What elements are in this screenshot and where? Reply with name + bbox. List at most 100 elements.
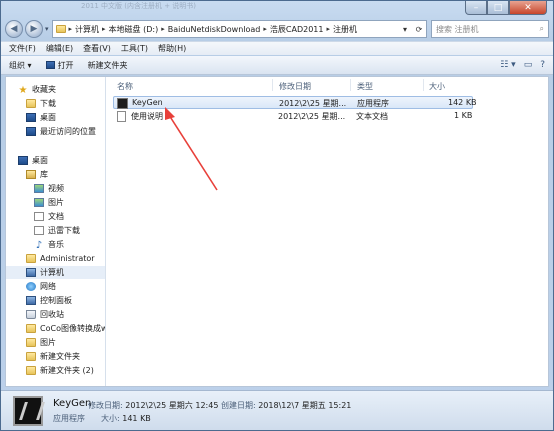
close-button[interactable]: ✕ [509,1,547,15]
menu-view[interactable]: 查看(V) [83,43,111,54]
breadcrumb-drive-d[interactable]: 本地磁盘 (D:) [109,24,159,35]
nav-label: 桌面 [32,156,48,165]
details-file-name: KeyGen [53,398,92,409]
nav-label: 下载 [40,99,56,108]
nav-pictures[interactable]: 图片 [34,196,64,209]
organize-button[interactable]: 组织 ▾ [9,60,32,71]
explorer-window: 2011 中文版 (内含注册机 + 说明书) – □ ✕ ◀ ▶ ▾ ▸ 计算机… [0,0,554,431]
nav-thunder-downloads[interactable]: 迅雷下载 [34,224,80,237]
new-folder-label: 新建文件夹 [87,60,128,70]
nav-label: 控制面板 [40,296,72,305]
nav-label: 最近访问的位置 [40,127,96,136]
new-folder-button[interactable]: 新建文件夹 [88,60,128,71]
control-panel-icon [26,296,36,305]
nav-desktop[interactable]: 桌面 [18,154,48,167]
nav-network[interactable]: 网络 [26,280,56,293]
size-value: 141 KB [122,414,151,423]
created-value: 2018\12\7 星期五 15:21 [258,401,352,410]
open-button[interactable]: 打开 [45,60,74,71]
minimize-button[interactable]: – [465,1,487,15]
details-pane: KeyGen 应用程序 修改日期: 2012\2\25 星期六 12:45 创建… [1,390,553,430]
folder-icon [26,338,36,347]
thunder-download-icon [34,226,44,235]
nav-label: 网络 [40,282,56,291]
folder-icon [26,366,36,375]
search-icon: ⌕ [539,24,544,33]
modified-value: 2012\2\25 星期六 12:45 [125,401,219,410]
back-button[interactable]: ◀ [5,20,23,38]
nav-music[interactable]: ♪ 音乐 [34,238,64,251]
refresh-icon[interactable]: ⟳ [412,25,426,34]
desktop-icon [18,156,28,165]
menu-file[interactable]: 文件(F) [9,43,36,54]
nav-label: Administrator [40,254,95,263]
chevron-right-icon: ▸ [326,25,330,33]
nav-administrator[interactable]: Administrator [26,252,95,265]
nav-favorites[interactable]: ★ 收藏夹 [18,83,56,96]
star-icon: ★ [18,85,28,96]
search-input[interactable]: 搜索 注册机 ⌕ [431,20,549,38]
nav-new-folder-2[interactable]: 新建文件夹 (2) [26,364,94,377]
size-label: 大小: [101,414,120,423]
search-placeholder: 搜索 注册机 [436,24,479,34]
maximize-button[interactable]: □ [487,1,509,15]
open-label: 打开 [57,60,74,70]
breadcrumb-baidunetdisk[interactable]: BaiduNetdiskDownload [168,25,261,34]
nav-recent-places[interactable]: 最近访问的位置 [26,125,96,138]
user-folder-icon [26,254,36,263]
nav-computer[interactable]: 计算机 [6,266,105,279]
desktop-icon [26,113,36,122]
nav-new-folder[interactable]: 新建文件夹 [26,350,80,363]
forward-button[interactable]: ▶ [25,20,43,38]
nav-documents[interactable]: 文档 [34,210,64,223]
breadcrumb-computer[interactable]: 计算机 [75,24,99,35]
nav-label: 计算机 [40,268,64,277]
chevron-right-icon: ▸ [161,25,165,33]
address-bar[interactable]: ▸ 计算机 ▸ 本地磁盘 (D:) ▸ BaiduNetdiskDownload… [51,20,427,38]
nav-downloads[interactable]: 下载 [26,97,56,110]
nav-desktop-fav[interactable]: 桌面 [26,111,56,124]
folder-icon [55,25,66,33]
details-size: 大小: 141 KB [101,413,151,424]
chevron-right-icon: ▸ [68,25,73,33]
help-icon[interactable]: ? [540,60,545,70]
address-dropdown-icon[interactable]: ▾ [398,25,412,34]
created-label: 创建日期: [220,401,256,410]
breadcrumb-keygen-folder[interactable]: 注册机 [333,24,357,35]
window-title: 2011 中文版 (内含注册机 + 说明书) [81,2,197,10]
computer-icon [26,268,36,277]
video-icon [34,184,44,193]
modified-label: 修改日期: [88,401,123,410]
address-row: ◀ ▶ ▾ ▸ 计算机 ▸ 本地磁盘 (D:) ▸ BaiduNetdiskDo… [5,19,549,39]
nav-label: 迅雷下载 [48,226,80,235]
breadcrumb-cad2011[interactable]: 浩辰CAD2011 [270,24,324,35]
nav-label: 桌面 [40,113,56,122]
recent-places-icon [26,127,36,136]
recent-pages-dropdown[interactable]: ▾ [45,25,49,33]
music-icon: ♪ [35,240,43,251]
nav-control-panel[interactable]: 控制面板 [26,294,72,307]
picture-icon [34,198,44,207]
nav-coco-folder[interactable]: CoCo图像转换成wo [26,322,105,335]
nav-pictures-folder[interactable]: 图片 [26,336,56,349]
main-panes: ★ 收藏夹 下载 桌面 最近访问的位置 桌面 库 视频 图片 文档 迅雷下载 ♪ 音… [5,76,549,387]
menu-tools[interactable]: 工具(T) [121,43,148,54]
menu-help[interactable]: 帮助(H) [158,43,186,54]
nav-libraries[interactable]: 库 [26,168,48,181]
nav-label: 文档 [48,212,64,221]
library-icon [26,170,36,179]
arrow-head [165,107,175,120]
annotation-arrow [165,107,218,191]
nav-label: 回收站 [40,310,64,319]
chevron-right-icon: ▸ [263,25,267,33]
arrow-shaft [168,114,218,191]
details-file-type: 应用程序 [53,414,85,423]
menu-edit[interactable]: 编辑(E) [46,43,73,54]
change-view-icon[interactable]: ☷ ▾ [500,60,515,70]
nav-label: 图片 [48,198,64,207]
preview-pane-icon[interactable]: ▭ [524,60,533,70]
network-icon [26,282,36,291]
nav-recycle-bin[interactable]: 回收站 [26,308,64,321]
nav-videos[interactable]: 视频 [34,182,64,195]
nav-label: 音乐 [48,240,64,249]
